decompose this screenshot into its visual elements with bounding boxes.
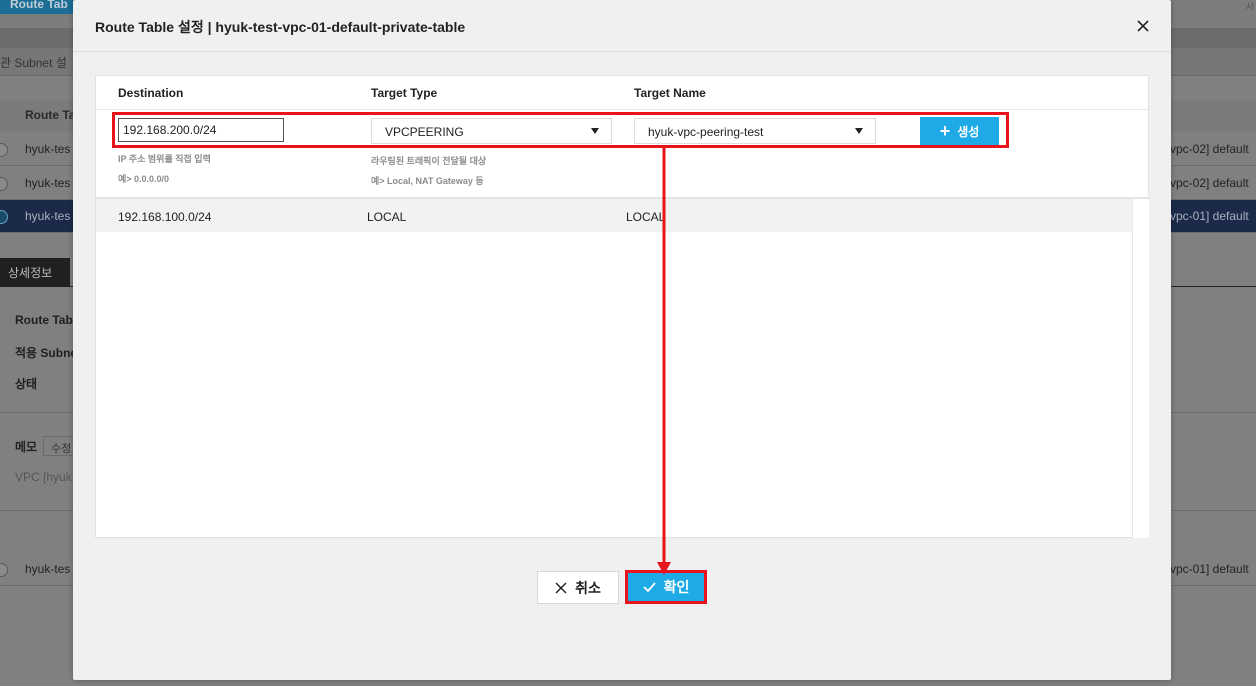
chevron-down-icon [591, 128, 599, 134]
scrollbar[interactable] [1132, 199, 1149, 538]
route-target-name: LOCAL [626, 210, 666, 224]
column-header-destination: Destination [118, 86, 184, 100]
target-type-value: VPCPEERING [385, 125, 464, 139]
destination-hint-example: 예> 0.0.0.0/0 [118, 174, 170, 184]
radio-button-selected[interactable] [0, 210, 8, 224]
detail-tab[interactable]: 상세정보 [0, 258, 70, 286]
cancel-button[interactable]: 취소 [537, 571, 619, 604]
add-route-label: 생성 [957, 124, 980, 139]
detail-label: 적용 Subne [15, 346, 78, 360]
destination-input[interactable] [118, 118, 284, 142]
row-desc: vpc-02] default [1170, 176, 1249, 190]
background-subnet-tab[interactable]: 관 Subnet 설 [0, 54, 67, 71]
target-name-select[interactable]: hyuk-vpc-peering-test [634, 118, 876, 144]
close-button[interactable] [1133, 16, 1153, 36]
route-destination: 192.168.100.0/24 [118, 210, 212, 224]
row-desc: vpc-01] default [1170, 562, 1249, 576]
column-header-target-name: Target Name [634, 86, 706, 100]
background-right-text: 사 [1245, 2, 1254, 12]
confirm-button[interactable]: 확인 [628, 573, 704, 601]
header-divider [96, 109, 1150, 110]
detail-label: Route Tab [15, 313, 73, 327]
close-icon [555, 581, 567, 594]
row-desc: vpc-01] default [1170, 209, 1249, 223]
radio-button[interactable] [0, 563, 8, 577]
destination-hint: IP 주소 범위를 직접 입력 [118, 154, 211, 164]
memo-text: VPC [hyuk [15, 470, 72, 484]
row-name: hyuk-tes [25, 142, 71, 156]
check-icon [642, 582, 656, 592]
background-header-col: Route Ta [25, 108, 76, 122]
background-title-tab: Route Tab [0, 0, 75, 14]
target-type-hint-example: 예> Local, NAT Gateway 등 [371, 176, 484, 186]
row-name: hyuk-tes [25, 562, 71, 576]
detail-label: 상태 [15, 377, 38, 391]
route-target-type: LOCAL [367, 210, 407, 224]
confirm-label: 확인 [663, 579, 690, 595]
target-name-value: hyuk-vpc-peering-test [648, 125, 764, 139]
radio-button[interactable] [0, 177, 8, 191]
radio-button[interactable] [0, 143, 8, 157]
target-type-hint: 라우팅된 트래픽이 전달될 대상 [371, 156, 487, 166]
cancel-label: 취소 [575, 579, 601, 596]
column-header-target-type: Target Type [371, 86, 438, 100]
plus-icon: + [939, 121, 951, 141]
route-panel: Destination Target Type Target Name VPCP… [95, 75, 1150, 538]
modal-header: Route Table 설정 | hyuk-test-vpc-01-defaul… [73, 0, 1171, 52]
route-table-modal: Route Table 설정 | hyuk-test-vpc-01-defaul… [73, 0, 1171, 680]
modal-title: Route Table 설정 | hyuk-test-vpc-01-defaul… [95, 19, 466, 35]
close-icon [1137, 20, 1149, 32]
confirm-highlight: 확인 [625, 570, 707, 604]
row-name: hyuk-tes [25, 176, 71, 190]
row-name: hyuk-tes [25, 209, 71, 223]
target-type-select[interactable]: VPCPEERING [371, 118, 612, 144]
table-row[interactable]: 192.168.100.0/24 LOCAL LOCAL [96, 199, 1132, 232]
memo-label: 메모 [15, 440, 38, 454]
row-desc: vpc-02] default [1170, 142, 1249, 156]
chevron-down-icon [855, 128, 863, 134]
add-route-button[interactable]: + 생성 [920, 117, 999, 145]
